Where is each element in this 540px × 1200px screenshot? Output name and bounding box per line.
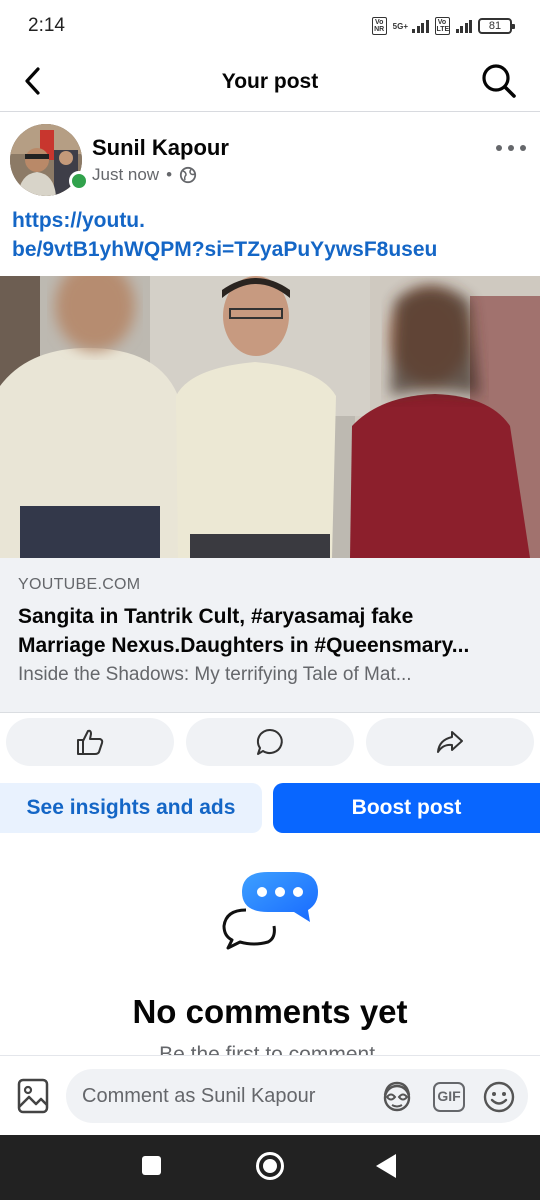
link-preview-info[interactable]: YOUTUBE.COM Sangita in Tantrik Cult, #ar… — [0, 558, 540, 713]
network-type: 5G+ — [392, 21, 408, 31]
post-time: Just now — [92, 165, 160, 184]
post-meta: Just now • — [92, 165, 197, 185]
no-comments-title: No comments yet — [132, 993, 408, 1030]
more-dot-icon — [496, 145, 502, 151]
globe-icon[interactable] — [179, 166, 197, 184]
signal-strength-icon — [412, 19, 429, 33]
post-link[interactable]: https://youtu. be/9vtB1yhWQPM?si=TZyaPuY… — [12, 206, 512, 264]
preview-domain: YOUTUBE.COM — [18, 576, 141, 593]
more-dot-icon — [508, 145, 514, 151]
comment-input[interactable]: Comment as Sunil Kapour GIF — [66, 1069, 528, 1123]
gif-button[interactable]: GIF — [433, 1082, 465, 1112]
preview-photo — [0, 276, 540, 558]
photo-icon — [17, 1078, 49, 1114]
preview-title-line-2: Marriage Nexus.Daughters in #Queensmary.… — [18, 634, 470, 657]
battery-icon: 81 — [478, 18, 515, 34]
signal-strength-icon-2 — [455, 19, 472, 33]
app-header: Your post — [0, 52, 540, 112]
online-status-indicator — [69, 171, 89, 191]
share-button[interactable] — [366, 718, 534, 766]
volte-nr-indicator: Vo NR — [371, 17, 387, 35]
comment-placeholder: Comment as Sunil Kapour — [82, 1085, 316, 1107]
cta-row: See insights and ads Boost post — [0, 783, 540, 833]
comment-button[interactable] — [186, 718, 354, 766]
preview-title: Sangita in Tantrik Cult, #aryasamaj fake… — [18, 602, 518, 660]
post-actions — [6, 718, 534, 766]
no-comments-subtitle: Be the first to comment. — [159, 1043, 381, 1055]
recents-button[interactable] — [142, 1156, 161, 1175]
post-link-line-1[interactable]: https://youtu. — [12, 206, 512, 235]
avatar-sticker-icon[interactable] — [379, 1079, 415, 1115]
add-photo-button[interactable] — [16, 1077, 50, 1115]
back-button[interactable] — [18, 64, 50, 98]
meta-separator: • — [166, 165, 173, 184]
post-link-line-2[interactable]: be/9vtB1yhWQPM?si=TZyaPuYywsF8useu — [12, 235, 512, 264]
like-button[interactable] — [6, 718, 174, 766]
chevron-left-icon — [25, 67, 40, 95]
emoji-icon[interactable] — [482, 1080, 516, 1114]
share-icon — [437, 731, 463, 753]
search-icon — [482, 64, 516, 98]
more-dot-icon — [520, 145, 526, 151]
status-bar: 2:14 Vo NR 5G+ Vo LTE 81 — [0, 0, 540, 52]
system-nav-bar — [0, 1135, 540, 1200]
boost-post-button[interactable]: Boost post — [273, 783, 540, 833]
home-button[interactable] — [256, 1152, 284, 1180]
status-icons: Vo NR 5G+ Vo LTE 81 — [371, 17, 515, 35]
search-button[interactable] — [480, 62, 518, 100]
page-title: Your post — [221, 69, 319, 93]
link-preview-image[interactable] — [0, 276, 540, 558]
preview-title-line-1: Sangita in Tantrik Cult, #aryasamaj fake — [18, 605, 414, 628]
status-time: 2:14 — [28, 15, 65, 36]
more-options-button[interactable] — [496, 138, 526, 158]
see-insights-button[interactable]: See insights and ads — [0, 783, 262, 833]
volte-lte-indicator: Vo LTE — [434, 17, 450, 35]
system-back-button[interactable] — [376, 1154, 396, 1178]
comment-icon — [256, 728, 283, 755]
author-name[interactable]: Sunil Kapour — [92, 135, 229, 161]
comments-bubbles-icon — [222, 872, 318, 950]
thumbs-up-icon — [77, 729, 104, 755]
comment-composer: Comment as Sunil Kapour GIF — [0, 1055, 540, 1135]
preview-description: Inside the Shadows: My terrifying Tale o… — [18, 664, 412, 685]
